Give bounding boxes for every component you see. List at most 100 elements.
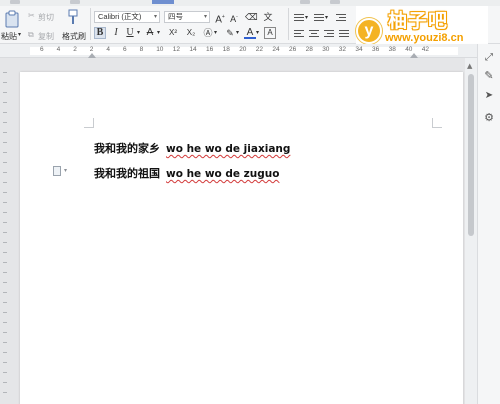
vertical-ruler-tick — [3, 192, 7, 193]
document-page[interactable]: 我和我的家乡 wo he wo de jiaxiang 我和我的祖国 wo he w… — [20, 72, 463, 404]
ruler-number: 42 — [421, 46, 430, 53]
vertical-ruler-tick — [3, 172, 7, 173]
menu-icon[interactable] — [10, 0, 20, 4]
chevron-down-icon[interactable]: ▾ — [64, 167, 67, 174]
expand-panel-icon[interactable]: ⤢ — [483, 52, 495, 64]
format-painter-button[interactable]: 格式刷 — [62, 31, 86, 42]
text-effect-icon[interactable]: Ⓐ — [202, 27, 214, 39]
superscript-button[interactable]: X² — [166, 27, 180, 39]
vertical-ruler-tick — [3, 152, 7, 153]
vertical-ruler-tick — [3, 372, 7, 373]
vertical-ruler-tick — [3, 232, 7, 233]
numbered-list-icon[interactable] — [313, 13, 325, 23]
first-line-indent-marker[interactable] — [88, 53, 96, 58]
char-border-button[interactable]: A — [264, 27, 276, 39]
clipboard-group: 粘贴 ▾ ✂ 剪切 ⧉ 复制 格式刷 — [0, 6, 88, 43]
menu-icon[interactable] — [330, 0, 340, 4]
copy-icon[interactable]: ⧉ — [28, 30, 34, 40]
vertical-ruler-tick — [3, 252, 7, 253]
pen-icon[interactable]: ✎ — [483, 70, 495, 82]
highlight-icon[interactable]: ✎ — [224, 27, 236, 39]
vertical-ruler-tick — [3, 342, 7, 343]
cut-icon[interactable]: ✂ — [28, 11, 35, 20]
vertical-ruler-tick — [3, 322, 7, 323]
scroll-up-icon[interactable]: ▲ — [467, 62, 472, 70]
chevron-down-icon[interactable]: ▾ — [256, 29, 259, 36]
side-task-panel: ⤢ ✎ ➤ ⚙ — [477, 44, 500, 404]
underline-button[interactable]: U — [124, 27, 136, 39]
chevron-down-icon[interactable]: ▾ — [325, 14, 328, 21]
scrollbar-thumb[interactable] — [468, 74, 474, 236]
vertical-ruler-tick — [3, 202, 7, 203]
horizontal-ruler[interactable]: 6 4 2 2 4 6 8 10 12 14 16 18 20 22 24 26 28 30 32 34 36 38 40 4… — [0, 44, 500, 58]
select-cursor-icon[interactable]: ➤ — [483, 90, 495, 102]
shrink-font-button[interactable]: A- — [228, 11, 240, 24]
watermark-title: 柚子吧 — [388, 10, 449, 32]
bullet-list-icon[interactable] — [293, 13, 305, 23]
font-color-button[interactable]: A — [244, 27, 256, 39]
paste-button[interactable]: 粘贴 — [1, 31, 17, 42]
chevron-down-icon[interactable]: ▾ — [157, 29, 160, 36]
grow-font-button[interactable]: A+ — [214, 11, 226, 25]
bold-button[interactable]: B — [94, 27, 106, 39]
ruler-number: 26 — [289, 46, 297, 53]
vertical-ruler-tick — [3, 392, 7, 393]
chevron-down-icon[interactable]: ▾ — [137, 29, 140, 36]
justify-icon[interactable] — [338, 29, 350, 39]
margin-corner-top-right — [432, 118, 442, 128]
line-pinyin: wo he wo de jiaxiang — [166, 143, 291, 155]
indent-icon[interactable] — [335, 13, 347, 23]
font-name-select[interactable]: Calibri (正文) ▾ — [94, 11, 160, 23]
active-tab-indicator[interactable] — [152, 0, 174, 4]
font-name-value: Calibri (正文) — [98, 12, 142, 21]
watermark-url: www.youzi8.cn — [385, 32, 464, 44]
settings-sliders-icon[interactable]: ⚙ — [483, 112, 495, 124]
divider — [288, 8, 289, 40]
chevron-down-icon[interactable]: ▾ — [305, 14, 308, 21]
ruler-number: 20 — [239, 46, 247, 53]
vertical-ruler-tick — [3, 352, 7, 353]
subscript-button[interactable]: X₂ — [184, 27, 198, 39]
align-right-icon[interactable] — [323, 29, 335, 39]
vertical-ruler — [0, 58, 10, 404]
vertical-ruler-tick — [3, 302, 7, 303]
watermark-logo: y — [356, 18, 382, 44]
strikethrough-button[interactable]: A — [144, 27, 156, 39]
vertical-ruler-tick — [3, 82, 7, 83]
copy-button[interactable]: 复制 — [38, 31, 54, 42]
menu-icon[interactable] — [70, 0, 80, 4]
ruler-number: 10 — [156, 46, 164, 53]
paragraph-handle-icon[interactable] — [53, 166, 61, 176]
align-left-icon[interactable] — [293, 29, 305, 39]
document-line[interactable]: 我和我的家乡 wo he wo de jiaxiang — [94, 140, 290, 156]
vertical-ruler-tick — [3, 212, 7, 213]
chevron-down-icon[interactable]: ▾ — [214, 29, 217, 36]
pinyin-guide-icon[interactable]: 文 — [262, 11, 274, 23]
format-painter-icon[interactable] — [64, 8, 82, 26]
ruler-number: 28 — [305, 46, 313, 53]
cut-button[interactable]: 剪切 — [38, 12, 54, 23]
chevron-down-icon[interactable]: ▾ — [236, 29, 239, 36]
document-line[interactable]: 我和我的祖国 wo he wo de zuguo — [94, 165, 279, 181]
right-indent-marker[interactable] — [410, 53, 418, 58]
align-center-icon[interactable] — [308, 29, 320, 39]
ruler-number: 38 — [388, 46, 396, 53]
chevron-down-icon[interactable]: ▾ — [18, 31, 21, 38]
font-size-select[interactable]: 四号 ▾ — [164, 11, 210, 23]
menu-icon[interactable] — [300, 0, 310, 4]
clear-format-icon[interactable]: ⌫ — [245, 11, 258, 23]
ruler-number: 22 — [255, 46, 264, 53]
vertical-scrollbar[interactable]: ▲ — [465, 58, 477, 404]
vertical-ruler-tick — [3, 292, 7, 293]
divider — [90, 8, 91, 40]
vertical-ruler-tick — [3, 222, 7, 223]
paste-icon[interactable] — [4, 10, 22, 28]
font-group: Calibri (正文) ▾ 四号 ▾ A+ A- ⌫ 文 B I U ▾ A … — [92, 6, 288, 43]
margin-corner-top-left — [84, 118, 94, 128]
line-hanzi: 我和我的祖国 — [94, 167, 160, 180]
vertical-ruler-tick — [3, 282, 7, 283]
vertical-ruler-tick — [3, 382, 7, 383]
ruler-number: 8 — [139, 46, 144, 53]
vertical-ruler-tick — [3, 122, 7, 123]
italic-button[interactable]: I — [110, 27, 122, 39]
